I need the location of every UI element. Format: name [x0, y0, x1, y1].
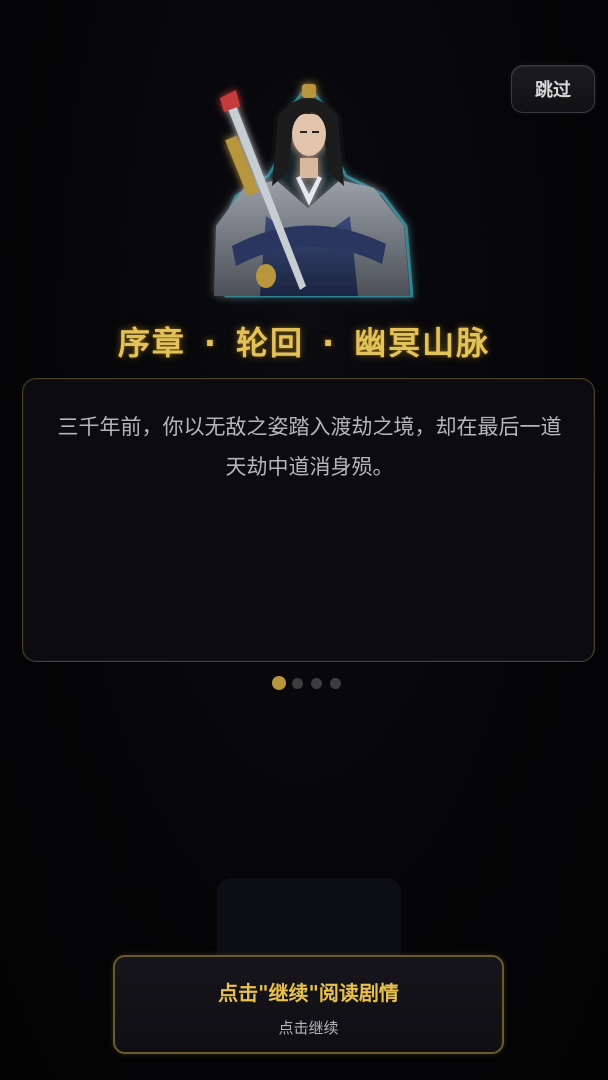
page-dot — [292, 677, 303, 689]
continue-button[interactable]: 点击"继续"阅读剧情 点击继续 — [113, 955, 504, 1054]
title-separator: · — [322, 324, 337, 362]
chapter-part-1: 序章 — [117, 324, 186, 362]
continue-button-label: 点击"继续"阅读剧情 — [218, 981, 399, 1005]
story-text-panel[interactable]: 三千年前，你以无敌之姿踏入渡劫之境，却在最后一道天劫中道消身殒。 — [22, 378, 595, 662]
page-indicator — [272, 676, 349, 690]
prologue-screen: 跳过 序章 · 轮回 · 幽冥山脉 三千年前，你以无敌之姿踏入渡劫之境，却在最后… — [0, 0, 608, 1080]
continue-button-hint: 点击继续 — [278, 1019, 339, 1037]
swordsman-portrait — [196, 76, 420, 306]
chapter-part-2: 轮回 — [235, 324, 304, 362]
page-dot — [330, 677, 341, 689]
title-separator: · — [203, 324, 218, 362]
skip-button[interactable]: 跳过 — [511, 65, 595, 113]
story-text: 三千年前，你以无敌之姿踏入渡劫之境，却在最后一道天劫中道消身殒。 — [57, 415, 562, 479]
chapter-part-3: 幽冥山脉 — [354, 324, 491, 362]
page-dot — [311, 677, 322, 689]
chapter-title: 序章 · 轮回 · 幽冥山脉 — [0, 318, 608, 364]
page-dot-active — [272, 676, 286, 690]
